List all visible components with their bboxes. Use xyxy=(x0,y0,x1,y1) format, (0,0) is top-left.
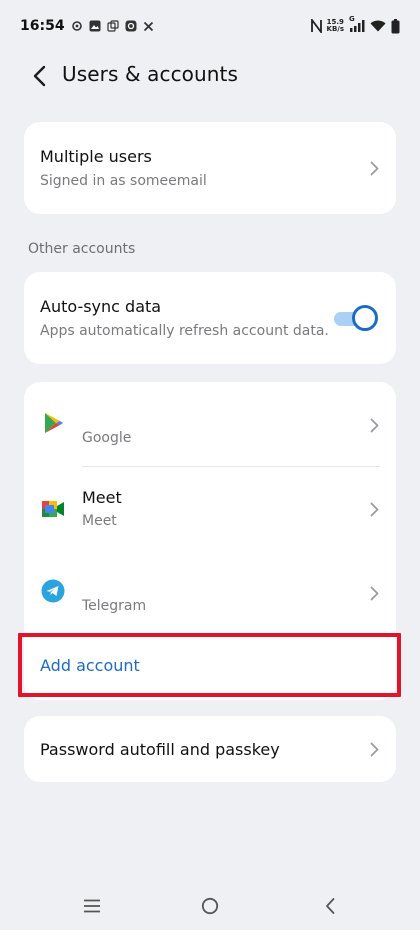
password-autofill-title: Password autofill and passkey xyxy=(40,740,280,759)
back-icon xyxy=(326,898,335,914)
status-time: 16:54 xyxy=(20,18,65,34)
signal-icon: G xyxy=(349,15,365,32)
header: Users & accounts xyxy=(0,52,420,100)
account-row-google[interactable]: Google xyxy=(24,382,396,466)
account-name-meet: Meet xyxy=(82,488,122,507)
copy-icon xyxy=(106,20,119,32)
auto-sync-toggle[interactable] xyxy=(334,305,378,331)
chevron-right-icon xyxy=(368,417,380,433)
image-icon xyxy=(89,20,101,32)
chevron-right-icon xyxy=(368,741,380,757)
chevron-right-icon xyxy=(368,501,380,517)
net-speed-unit: KB/s xyxy=(326,25,344,33)
multiple-users-card[interactable]: Multiple users Signed in as someemail xyxy=(24,122,396,214)
nfc-icon xyxy=(310,19,322,33)
home-icon xyxy=(201,897,219,915)
signal-tag: G xyxy=(349,15,355,23)
auto-sync-card[interactable]: Auto-sync data Apps automatically refres… xyxy=(24,272,396,364)
battery-icon xyxy=(391,18,400,34)
accounts-card: Google Meet Meet Telegram Add account xyxy=(24,382,396,700)
auto-sync-title: Auto-sync data xyxy=(40,297,162,316)
recents-button[interactable] xyxy=(80,894,104,918)
home-button[interactable] xyxy=(198,894,222,918)
instagram-icon xyxy=(125,20,137,32)
chevron-right-icon xyxy=(368,585,380,601)
status-left: 16:54 xyxy=(20,18,154,34)
gear-icon xyxy=(71,20,83,32)
wifi-icon xyxy=(370,20,386,32)
page-title: Users & accounts xyxy=(62,62,239,86)
password-autofill-card[interactable]: Password autofill and passkey xyxy=(24,716,396,782)
close-icon xyxy=(143,21,154,32)
status-bar: 16:54 15.9 KB/s G xyxy=(0,0,420,52)
nav-back-button[interactable] xyxy=(318,894,342,918)
net-speed: 15.9 KB/s xyxy=(327,19,344,33)
menu-icon xyxy=(84,899,100,913)
navigation-bar xyxy=(0,880,420,930)
section-label-other-accounts: Other accounts xyxy=(28,241,136,257)
account-subtitle-google: Google xyxy=(82,430,132,446)
google-play-icon xyxy=(40,410,66,436)
account-row-telegram[interactable]: Telegram xyxy=(24,550,396,634)
arrow-left-icon xyxy=(33,65,46,87)
add-account-button[interactable]: Add account xyxy=(40,656,140,675)
auto-sync-subtitle: Apps automatically refresh account data. xyxy=(40,323,329,339)
account-subtitle-telegram: Telegram xyxy=(82,598,147,614)
telegram-icon xyxy=(40,578,66,604)
multiple-users-title: Multiple users xyxy=(40,147,152,166)
status-right: 15.9 KB/s G xyxy=(310,15,400,34)
add-account-row[interactable]: Add account xyxy=(24,634,396,700)
account-subtitle-meet: Meet xyxy=(82,513,117,529)
back-button[interactable] xyxy=(26,62,52,90)
account-row-meet[interactable]: Meet Meet xyxy=(24,466,396,550)
multiple-users-subtitle: Signed in as someemail xyxy=(40,173,207,189)
toggle-knob xyxy=(352,305,378,331)
chevron-right-icon xyxy=(368,160,380,176)
google-meet-icon xyxy=(40,496,66,522)
